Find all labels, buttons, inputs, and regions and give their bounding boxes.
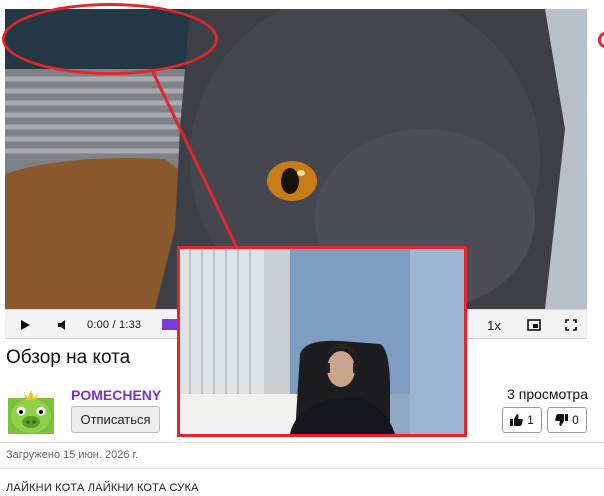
- channel-name[interactable]: POMECHENY: [71, 387, 161, 403]
- pig-avatar-icon: [6, 386, 56, 436]
- divider: [0, 442, 604, 443]
- channel-avatar[interactable]: [6, 386, 56, 436]
- thumbs-down-icon: [555, 414, 569, 426]
- view-count: 3 просмотра: [507, 386, 588, 402]
- like-count: 1: [527, 413, 534, 427]
- unsubscribe-button[interactable]: Отписаться: [71, 406, 160, 433]
- webcam-frame-person: [180, 249, 464, 434]
- video-description: ЛАЙКНИ КОТА ЛАЙКНИ КОТА СУКА: [6, 482, 199, 494]
- video-title: Обзор на кота: [6, 347, 131, 368]
- thumbs-up-icon: [510, 414, 523, 426]
- dislike-count: 0: [572, 413, 579, 427]
- dislike-button[interactable]: 0: [547, 407, 587, 433]
- upload-date: Загружено 15 июн. 2026 г.: [6, 449, 139, 461]
- divider: [0, 468, 604, 469]
- like-button[interactable]: 1: [502, 407, 542, 433]
- webcam-overlay: [177, 246, 467, 437]
